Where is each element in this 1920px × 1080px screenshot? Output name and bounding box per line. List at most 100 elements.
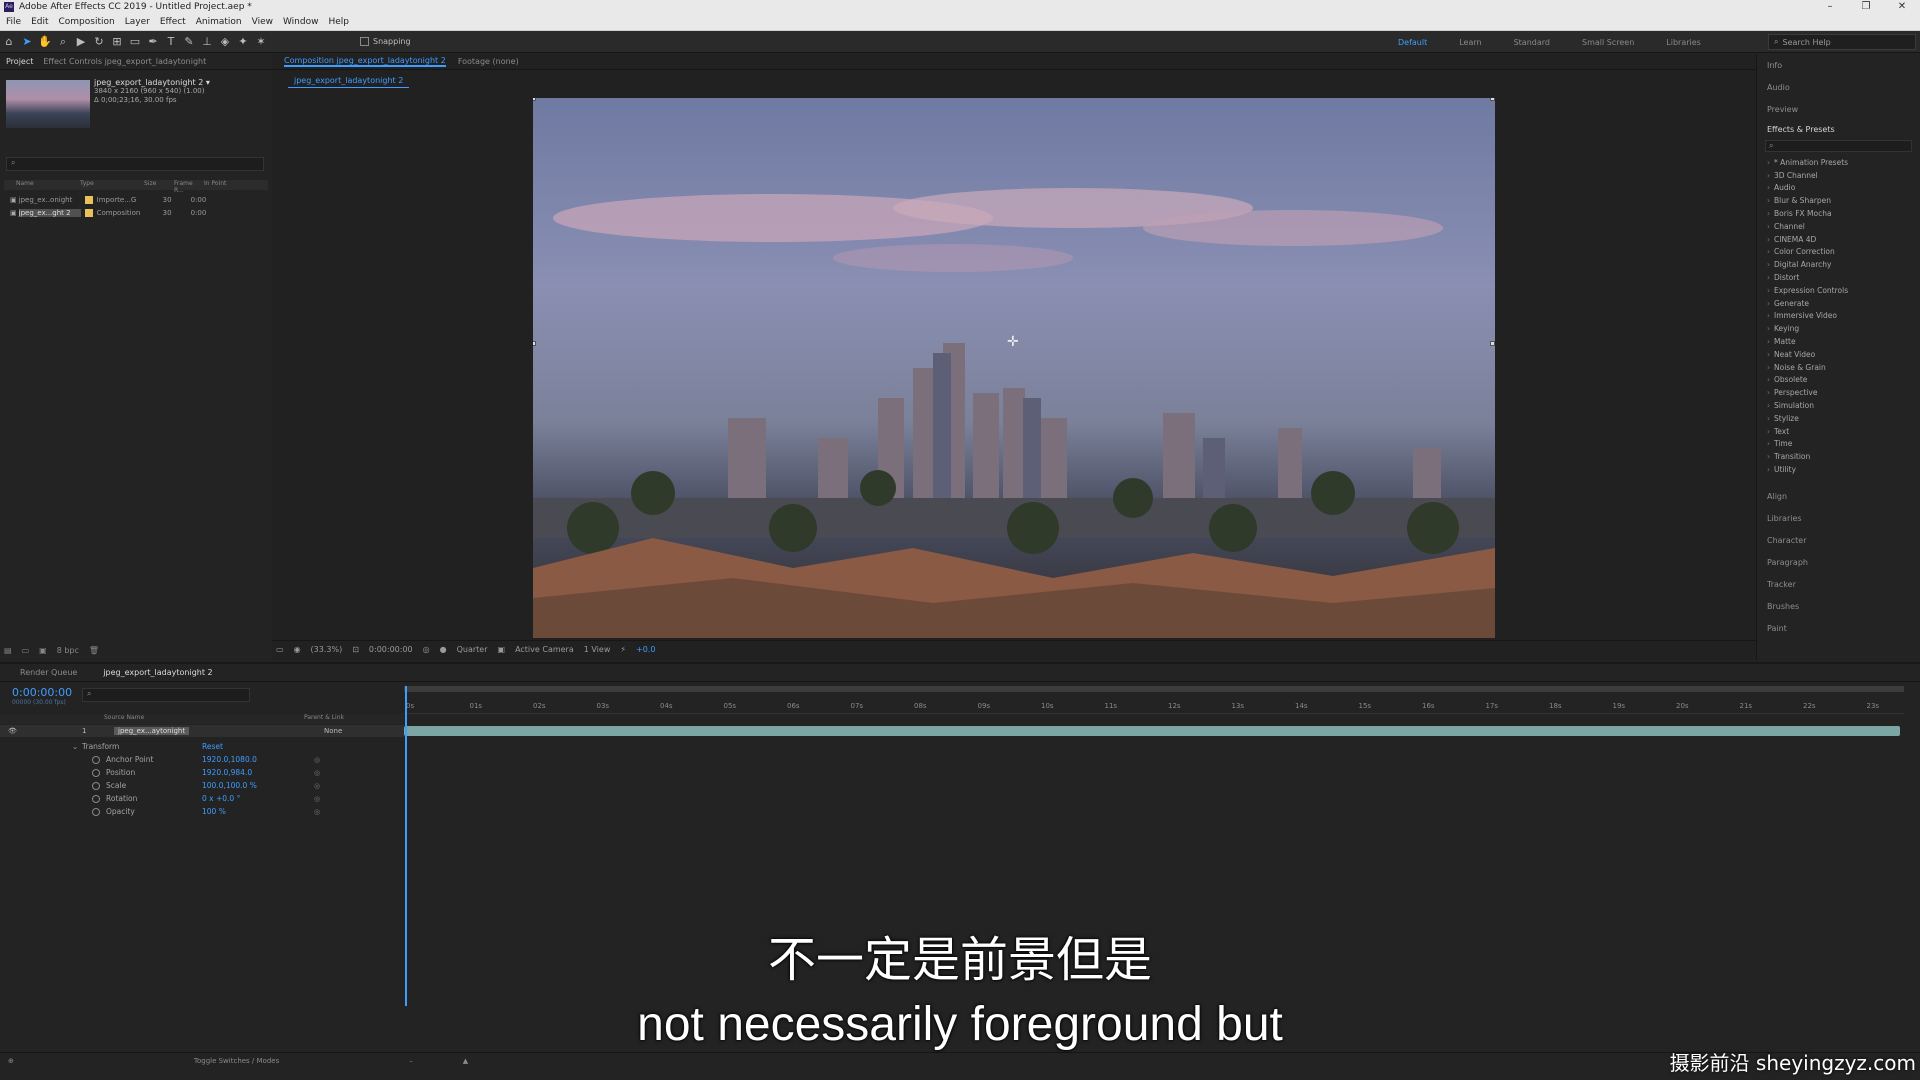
effect-category-item[interactable]: Utility <box>1757 463 1920 476</box>
effect-category-item[interactable]: Distort <box>1757 271 1920 284</box>
effect-category-item[interactable]: Digital Anarchy <box>1757 258 1920 271</box>
puppet-tool-icon[interactable]: ✶ <box>252 33 270 51</box>
tab-footage[interactable]: Footage (none) <box>458 57 519 66</box>
effect-category-item[interactable]: Stylize <box>1757 412 1920 425</box>
new-composition-icon[interactable]: ▣ <box>39 646 47 655</box>
selection-tool-icon[interactable]: ➤ <box>18 33 36 51</box>
info-panel-tab[interactable]: Info <box>1757 54 1920 76</box>
layer-row[interactable]: 👁 1 jpeg_ex...aytonight None <box>0 725 404 737</box>
trash-icon[interactable]: 🗑 <box>89 646 99 655</box>
fit-icon[interactable]: ⊡ <box>352 645 359 654</box>
effect-category-item[interactable]: Simulation <box>1757 399 1920 412</box>
view-layout-dropdown[interactable]: 1 View <box>584 645 611 654</box>
expression-icon[interactable]: ◎ <box>314 769 320 777</box>
transform-group[interactable]: ⌄ Transform Reset <box>0 740 404 753</box>
expression-icon[interactable]: ◎ <box>314 795 320 803</box>
tab-timeline-comp[interactable]: jpeg_export_ladaytonight 2 <box>103 668 212 677</box>
home-icon[interactable]: ⌂ <box>0 33 18 51</box>
effect-category-item[interactable]: Text <box>1757 425 1920 438</box>
parent-dropdown[interactable]: None <box>324 727 342 735</box>
col-frame-rate[interactable]: Frame R... <box>174 180 204 194</box>
menu-view[interactable]: View <box>252 17 273 27</box>
stopwatch-icon[interactable] <box>92 781 100 790</box>
effect-category-item[interactable]: Audio <box>1757 182 1920 195</box>
property-row[interactable]: Rotation 0 x +0.0 ° ◎ <box>0 792 404 805</box>
property-value[interactable]: 1920.0,984.0 <box>202 768 252 777</box>
effect-category-item[interactable]: Keying <box>1757 322 1920 335</box>
timeline-search-input[interactable]: ⌕ <box>82 688 250 702</box>
transform-reset-link[interactable]: Reset <box>202 742 223 751</box>
transform-handle-top-right[interactable] <box>1490 98 1495 101</box>
transform-handle-right[interactable] <box>1490 341 1495 346</box>
fast-preview-icon[interactable]: ⚡ <box>620 645 626 654</box>
col-size[interactable]: Size <box>144 180 174 190</box>
property-value[interactable]: 0 x +0.0 ° <box>202 794 240 803</box>
workspace-standard[interactable]: Standard <box>1514 38 1550 47</box>
hand-tool-icon[interactable]: ✋ <box>36 33 54 51</box>
anchor-point-crosshair-icon[interactable]: ✛ <box>1007 334 1019 350</box>
effect-category-item[interactable]: Obsolete <box>1757 374 1920 387</box>
property-value[interactable]: 1920.0,1080.0 <box>202 755 257 764</box>
snapping-checkbox[interactable] <box>360 37 369 46</box>
effect-category-item[interactable]: Immersive Video <box>1757 310 1920 323</box>
audio-panel-tab[interactable]: Audio <box>1757 76 1920 98</box>
libraries-panel-tab[interactable]: Libraries <box>1757 508 1920 530</box>
timeline-timecode[interactable]: 0:00:00:00 <box>12 686 72 699</box>
stopwatch-icon[interactable] <box>92 755 100 764</box>
close-icon[interactable]: ✕ <box>1884 0 1920 14</box>
type-tool-icon[interactable]: T <box>162 33 180 51</box>
pen-tool-icon[interactable]: ✒ <box>144 33 162 51</box>
rotate-tool-icon[interactable]: ↻ <box>90 33 108 51</box>
brush-tool-icon[interactable]: ✎ <box>180 33 198 51</box>
col-name[interactable]: Name <box>4 180 80 190</box>
workspace-small-screen[interactable]: Small Screen <box>1582 38 1634 47</box>
clone-stamp-tool-icon[interactable]: ⊥ <box>198 33 216 51</box>
visibility-eye-icon[interactable]: 👁 <box>8 727 17 735</box>
property-row[interactable]: Scale 100.0,100.0 % ◎ <box>0 779 404 792</box>
project-item-row[interactable]: ▣ jpeg_ex..onight Importe...G 30 0:00 <box>4 194 268 206</box>
comp-name[interactable]: jpeg_export_ladaytonight 2 ▾ <box>94 78 210 87</box>
composition-preview-image[interactable]: ✛ <box>533 98 1495 638</box>
menu-window[interactable]: Window <box>283 17 319 27</box>
menu-layer[interactable]: Layer <box>125 17 150 27</box>
expression-icon[interactable]: ◎ <box>314 782 320 790</box>
project-item-row[interactable]: ▣ jpeg_ex...ght 2 Composition 30 0:00 <box>4 207 268 219</box>
align-panel-tab[interactable]: Align <box>1757 486 1920 508</box>
effect-category-item[interactable]: Transition <box>1757 450 1920 463</box>
effect-category-item[interactable]: Channel <box>1757 220 1920 233</box>
expression-icon[interactable]: ◎ <box>314 808 320 816</box>
mask-visibility-icon[interactable]: ◉ <box>294 645 301 654</box>
menu-help[interactable]: Help <box>328 17 349 27</box>
effect-category-item[interactable]: Expression Controls <box>1757 284 1920 297</box>
label-color-chip[interactable] <box>84 196 93 204</box>
zoom-tool-icon[interactable]: ⌕ <box>54 33 72 51</box>
property-row[interactable]: Opacity 100 % ◎ <box>0 805 404 818</box>
current-time[interactable]: 0:00:00:00 <box>369 645 413 654</box>
minimize-icon[interactable]: – <box>1812 0 1848 14</box>
always-preview-icon[interactable]: ▭ <box>276 645 284 654</box>
bit-depth[interactable]: 8 bpc <box>57 646 79 655</box>
workspace-libraries[interactable]: Libraries <box>1666 38 1701 47</box>
effect-category-item[interactable]: Color Correction <box>1757 246 1920 259</box>
character-panel-tab[interactable]: Character <box>1757 530 1920 552</box>
col-parent-link[interactable]: Parent & Link <box>304 714 344 721</box>
snapping-toggle[interactable]: Snapping <box>360 37 411 46</box>
property-value[interactable]: 100.0,100.0 % <box>202 781 257 790</box>
effect-category-item[interactable]: Time <box>1757 438 1920 451</box>
menu-edit[interactable]: Edit <box>31 17 48 27</box>
snapshot-icon[interactable]: ◎ <box>423 645 430 654</box>
col-source-name[interactable]: Source Name <box>104 714 144 721</box>
stopwatch-icon[interactable] <box>92 768 100 777</box>
menu-animation[interactable]: Animation <box>196 17 242 27</box>
effect-category-item[interactable]: Noise & Grain <box>1757 361 1920 374</box>
effect-category-item[interactable]: Blur & Sharpen <box>1757 194 1920 207</box>
workspace-learn[interactable]: Learn <box>1459 38 1481 47</box>
stopwatch-icon[interactable] <box>92 794 100 803</box>
tab-composition[interactable]: Composition jpeg_export_ladaytonight 2 <box>284 56 446 67</box>
tab-project[interactable]: Project <box>6 57 33 66</box>
pan-behind-tool-icon[interactable]: ⊞ <box>108 33 126 51</box>
paragraph-panel-tab[interactable]: Paragraph <box>1757 552 1920 574</box>
preview-panel-tab[interactable]: Preview <box>1757 98 1920 120</box>
layer-name[interactable]: jpeg_ex...aytonight <box>114 727 190 735</box>
camera-tool-icon[interactable]: ▶ <box>72 33 90 51</box>
